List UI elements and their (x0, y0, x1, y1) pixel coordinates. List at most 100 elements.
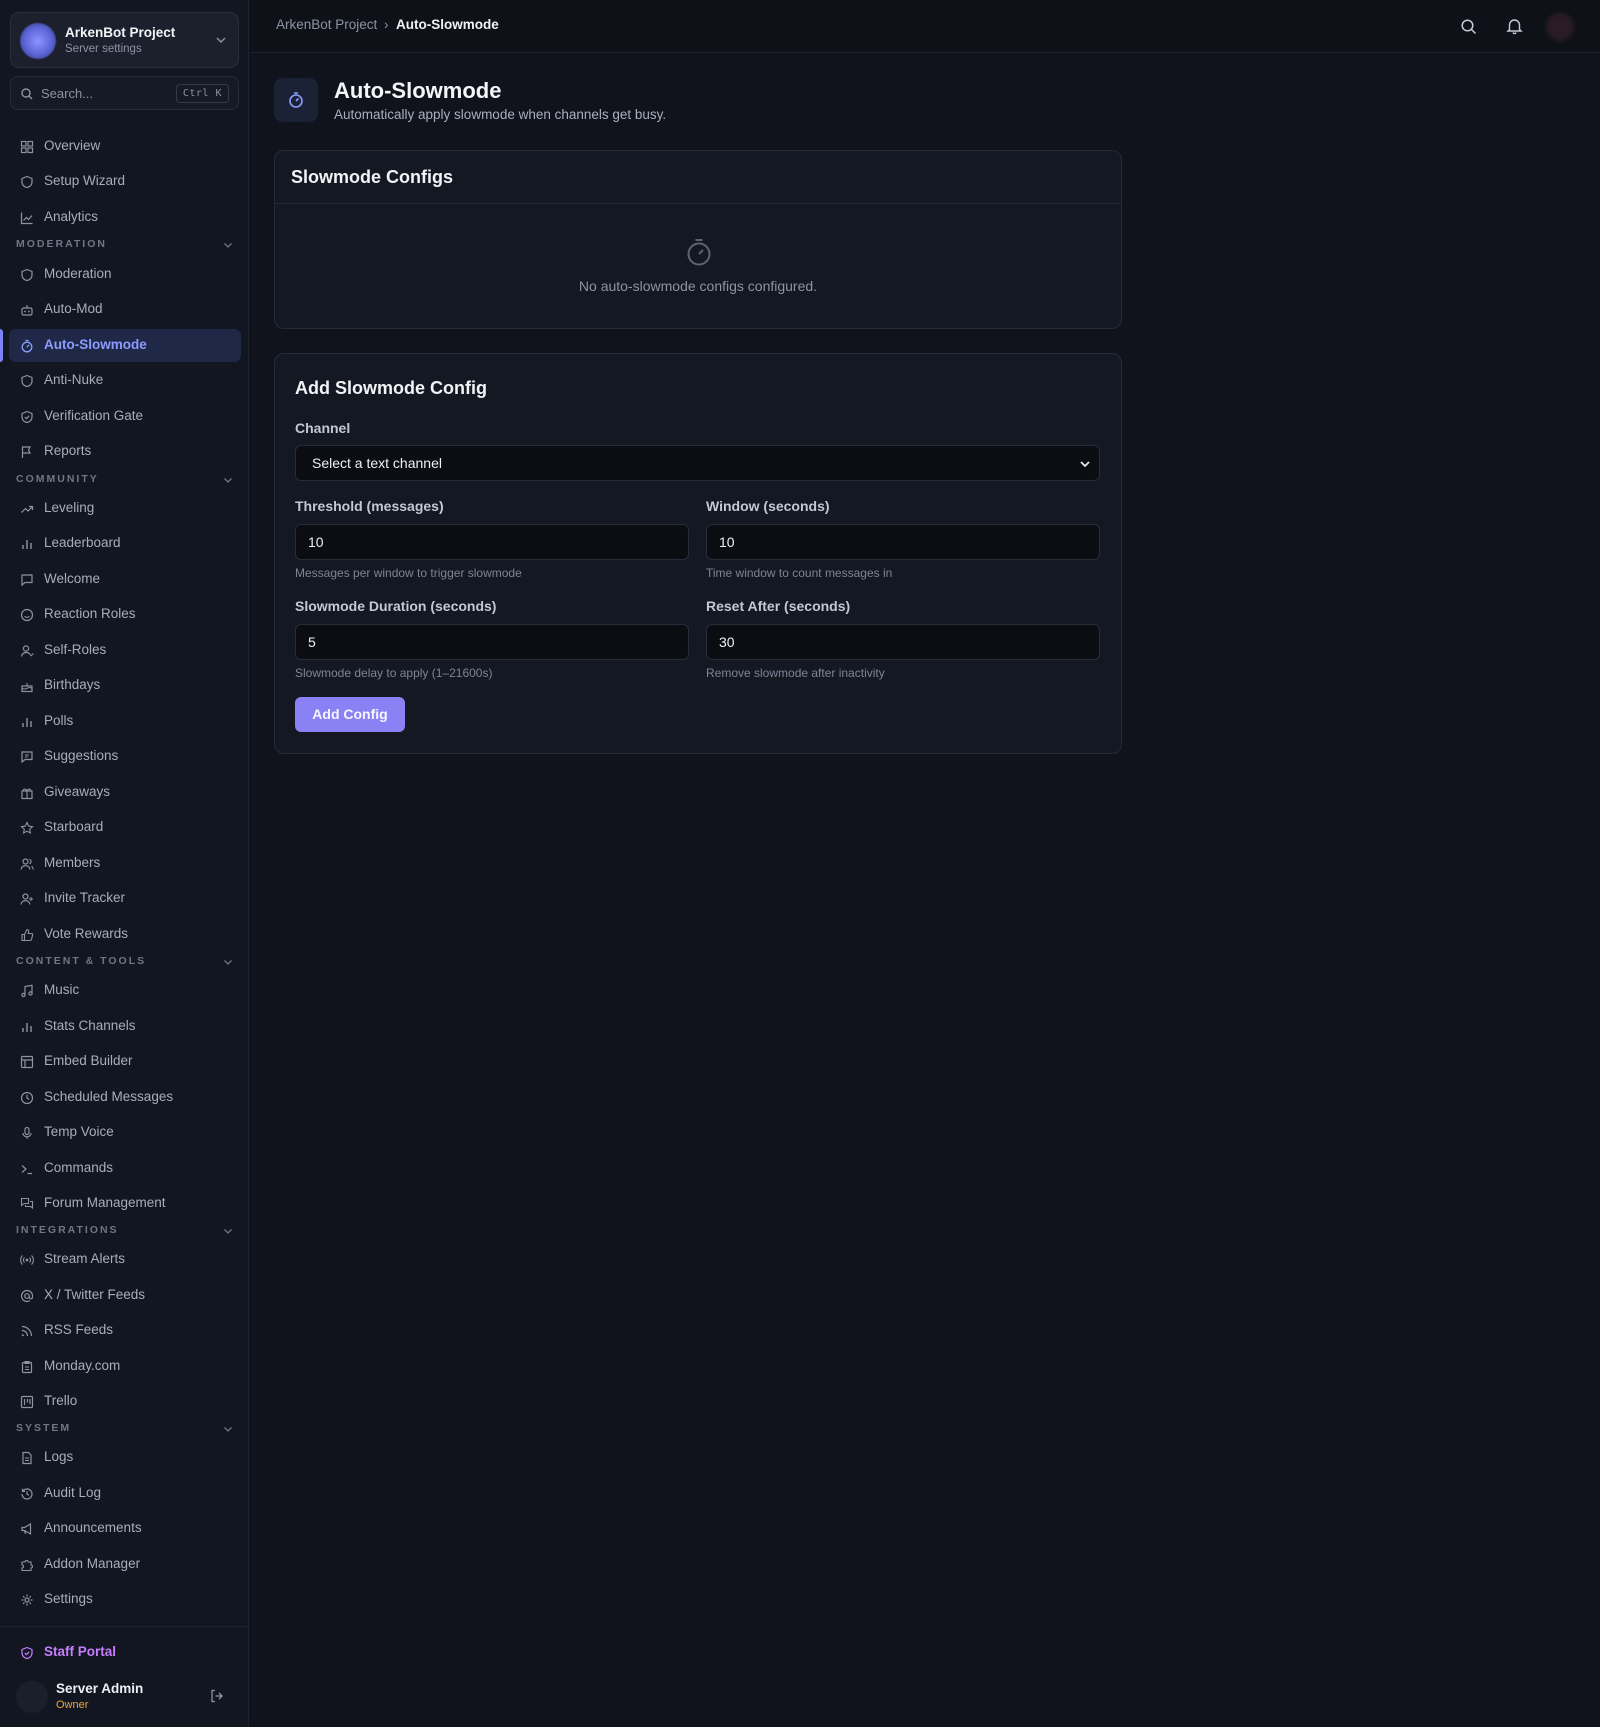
sidebar-item-label: Stream Alerts (44, 1251, 126, 1266)
sidebar-item-birthdays[interactable]: Birthdays (9, 669, 241, 702)
trending-up-icon (21, 505, 34, 513)
threshold-input[interactable]: 10 (295, 524, 689, 560)
sidebar-item-giveaways[interactable]: Giveaways (9, 776, 241, 809)
sidebar-item-leveling[interactable]: Leveling (9, 492, 241, 525)
sidebar-item-label: Welcome (44, 571, 101, 586)
sidebar-item-scheduled-messages[interactable]: Scheduled Messages (9, 1081, 241, 1114)
sidebar-item-label: Leveling (44, 500, 95, 515)
sidebar-item-self-roles[interactable]: Self-Roles (9, 634, 241, 667)
sidebar-item-leaderboard[interactable]: Leaderboard (9, 527, 241, 560)
logout-icon[interactable] (209, 1688, 225, 1704)
sidebar-item-starboard[interactable]: Starboard (9, 811, 241, 844)
sidebar-item-members[interactable]: Members (9, 847, 241, 880)
sidebar-item-audit-log[interactable]: Audit Log (9, 1477, 241, 1510)
section-title: SYSTEM (16, 1422, 72, 1434)
sidebar-item-rss-feeds[interactable]: RSS Feeds (9, 1314, 241, 1347)
sidebar-item-announcements[interactable]: Announcements (9, 1512, 241, 1545)
sidebar-item-settings[interactable]: Settings (9, 1583, 241, 1616)
bell-icon[interactable] (1506, 17, 1523, 35)
layout-icon (20, 1055, 34, 1069)
rss-icon (21, 1325, 33, 1337)
sidebar-item-commands[interactable]: Commands (9, 1152, 241, 1185)
channel-select-value: Select a text channel (312, 455, 442, 471)
sidebar-item-stream-alerts[interactable]: Stream Alerts (9, 1243, 241, 1276)
star-icon (20, 821, 34, 835)
page-title: Auto-Slowmode (334, 78, 502, 103)
active-indicator (0, 329, 3, 362)
sidebar-item-moderation[interactable]: Moderation (9, 258, 241, 291)
sidebar-item-embed-builder[interactable]: Embed Builder (9, 1045, 241, 1078)
shield-check-icon (21, 410, 33, 424)
window-input[interactable]: 10 (706, 524, 1100, 560)
sidebar-item-invite-tracker[interactable]: Invite Tracker (9, 882, 241, 915)
sidebar-item-label: Logs (44, 1449, 74, 1464)
history-icon (21, 1488, 33, 1500)
sidebar-item-analytics[interactable]: Analytics (9, 201, 241, 234)
sidebar-item-anti-nuke[interactable]: Anti-Nuke (9, 364, 241, 397)
messages-icon (20, 1197, 34, 1210)
sidebar-item-label: Announcements (44, 1520, 142, 1535)
sidebar-item-label: Music (44, 982, 80, 997)
user-name: Server Admin (56, 1681, 144, 1696)
duration-input[interactable]: 5 (295, 624, 689, 660)
sidebar-item-reaction-roles[interactable]: Reaction Roles (9, 598, 241, 631)
duration-label: Slowmode Duration (seconds) (295, 598, 497, 614)
sidebar-item-label: Reaction Roles (44, 606, 136, 621)
top-bar: ArkenBot Project › Auto-Slowmode (250, 0, 1600, 53)
sidebar-item-label: Birthdays (44, 677, 101, 692)
sidebar-item-label: RSS Feeds (44, 1322, 114, 1337)
sidebar-item-suggestions[interactable]: Suggestions (9, 740, 241, 773)
sidebar-item-label: Reports (44, 443, 92, 458)
staff-portal-link[interactable]: Staff Portal (9, 1636, 241, 1669)
section-title: MODERATION (16, 238, 107, 250)
mic-icon (22, 1126, 32, 1139)
sidebar-item-stats-channels[interactable]: Stats Channels (9, 1010, 241, 1043)
sidebar-item-label: Scheduled Messages (44, 1089, 174, 1104)
section-header-moderation[interactable]: MODERATION (16, 238, 234, 252)
sidebar-item-vote-rewards[interactable]: Vote Rewards (9, 918, 241, 951)
user-role: Owner (56, 1699, 89, 1711)
user-icon (20, 645, 34, 657)
breadcrumb-separator: › (384, 17, 389, 32)
add-config-card: Add Slowmode Config Channel Select a tex… (274, 353, 1122, 754)
sidebar-item-forum-management[interactable]: Forum Management (9, 1187, 241, 1220)
sidebar-item-addon-manager[interactable]: Addon Manager (9, 1548, 241, 1581)
user-avatar[interactable] (1546, 13, 1574, 41)
sidebar-item-verification-gate[interactable]: Verification Gate (9, 400, 241, 433)
sidebar-item-welcome[interactable]: Welcome (9, 563, 241, 596)
sidebar-item-temp-voice[interactable]: Temp Voice (9, 1116, 241, 1149)
section-header-community[interactable]: COMMUNITY (16, 473, 234, 487)
window-value: 10 (719, 534, 735, 550)
breadcrumb-root[interactable]: ArkenBot Project (276, 17, 377, 32)
users-icon (20, 858, 34, 870)
sidebar-item-label: Audit Log (44, 1485, 102, 1500)
sidebar-item-overview[interactable]: Overview (9, 130, 241, 163)
sidebar-item-reports[interactable]: Reports (9, 435, 241, 468)
sidebar-item-label: X / Twitter Feeds (44, 1287, 146, 1302)
server-name: ArkenBot Project (65, 25, 176, 40)
sidebar-item-setup-wizard[interactable]: Setup Wizard (9, 165, 241, 198)
server-switcher[interactable]: ArkenBot Project Server settings (10, 12, 239, 68)
sidebar-item-music[interactable]: Music (9, 974, 241, 1007)
reset-input[interactable]: 30 (706, 624, 1100, 660)
section-header-content-tools[interactable]: CONTENT & TOOLS (16, 955, 234, 969)
section-header-system[interactable]: SYSTEM (16, 1422, 234, 1436)
sidebar-item-logs[interactable]: Logs (9, 1441, 241, 1474)
sidebar-item-label: Anti-Nuke (44, 372, 104, 387)
channel-select[interactable]: Select a text channel (295, 445, 1100, 481)
sidebar-item-trello[interactable]: Trello (9, 1385, 241, 1418)
search-icon[interactable] (1460, 18, 1477, 35)
sidebar-item-auto-mod[interactable]: Auto-Mod (9, 293, 241, 326)
sidebar-item-monday[interactable]: Monday.com (9, 1350, 241, 1383)
duration-value: 5 (308, 634, 316, 650)
sidebar-item-twitter-feeds[interactable]: X / Twitter Feeds (9, 1279, 241, 1312)
page-subtitle: Automatically apply slowmode when channe… (334, 107, 667, 122)
shield-icon (21, 268, 33, 282)
sidebar-item-auto-slowmode[interactable]: Auto-Slowmode (9, 329, 241, 362)
sidebar-item-polls[interactable]: Polls (9, 705, 241, 738)
section-header-integrations[interactable]: INTEGRATIONS (16, 1224, 234, 1238)
search-input[interactable]: Search... Ctrl K (10, 76, 239, 110)
sidebar-item-label: Moderation (44, 266, 112, 281)
add-config-button[interactable]: Add Config (295, 697, 405, 732)
grid-icon (20, 140, 34, 154)
